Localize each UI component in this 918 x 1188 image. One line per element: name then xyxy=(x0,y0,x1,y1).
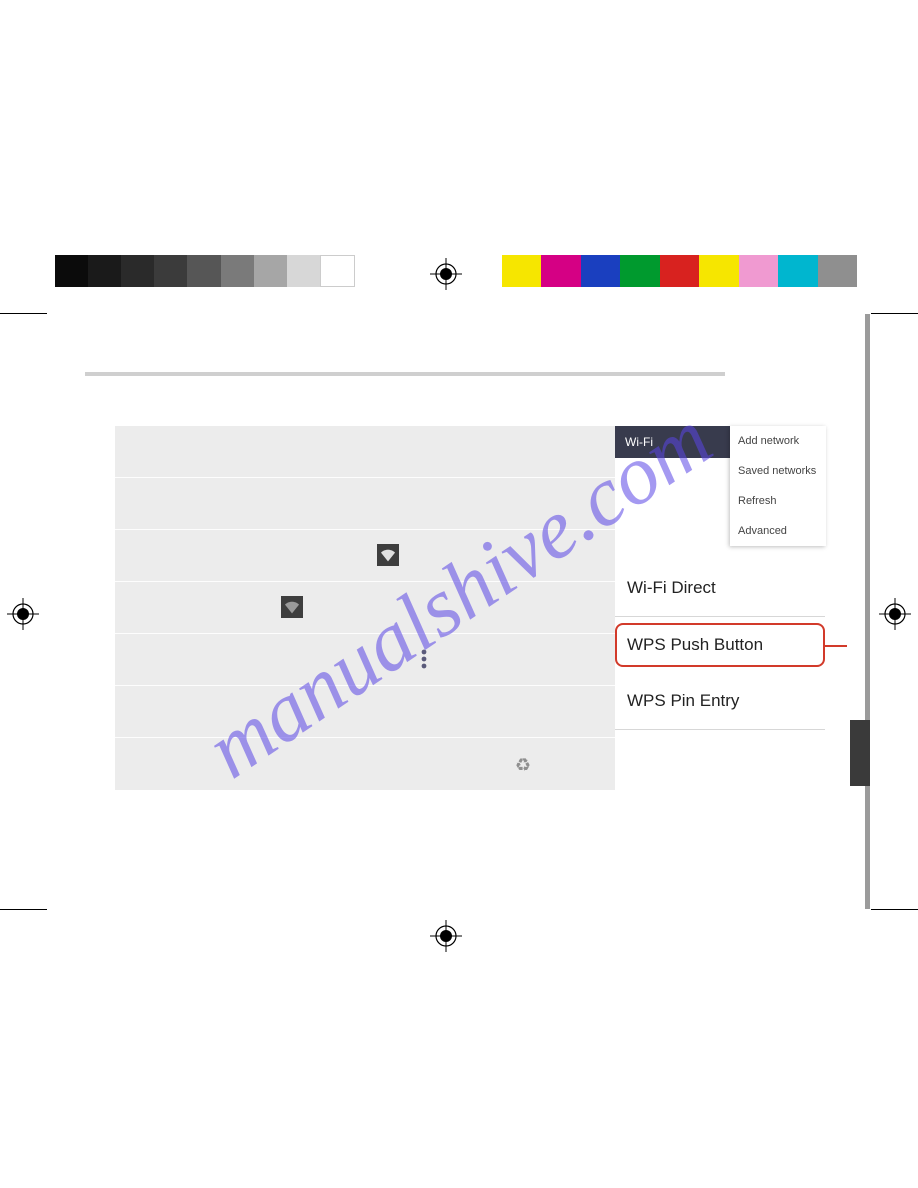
wifi-titlebar: Wi-Fi xyxy=(615,426,730,458)
menu-item-add-network[interactable]: Add network xyxy=(730,426,826,456)
list-item[interactable] xyxy=(115,478,615,530)
device-screenshot: ♻ xyxy=(115,426,615,790)
crop-mark xyxy=(0,909,47,910)
list-item[interactable] xyxy=(115,530,615,582)
list-item[interactable] xyxy=(115,686,615,738)
crop-mark xyxy=(0,313,47,314)
crop-mark xyxy=(871,313,918,314)
callout-line xyxy=(823,645,847,647)
list-item[interactable] xyxy=(115,634,615,686)
menu-item-saved-networks[interactable]: Saved networks xyxy=(730,456,826,486)
list-item-wps-pin-entry[interactable]: WPS Pin Entry xyxy=(615,673,825,730)
overflow-menu: Add network Saved networks Refresh Advan… xyxy=(730,426,826,546)
more-vert-icon[interactable] xyxy=(420,648,428,670)
page-edge-bar xyxy=(865,314,870,909)
registration-mark-icon xyxy=(7,598,39,630)
list-item[interactable] xyxy=(115,426,615,478)
list-item-label: Wi-Fi Direct xyxy=(627,578,716,597)
menu-item-refresh[interactable]: Refresh xyxy=(730,486,826,516)
list-item-label: WPS Pin Entry xyxy=(627,691,739,710)
list-item[interactable] xyxy=(115,582,615,634)
list-item[interactable]: ♻ xyxy=(115,738,615,790)
page-thumb-tab xyxy=(850,720,870,786)
wifi-icon xyxy=(281,596,303,618)
registration-mark-icon xyxy=(430,920,462,952)
crop-mark xyxy=(871,909,918,910)
advanced-list: Wi-Fi Direct WPS Push Button WPS Pin Ent… xyxy=(615,560,825,730)
registration-mark-icon xyxy=(879,598,911,630)
recycle-icon: ♻ xyxy=(515,755,531,776)
menu-item-advanced[interactable]: Advanced xyxy=(730,516,826,546)
grayscale-calibration-bar xyxy=(55,255,355,287)
wifi-title-label: Wi-Fi xyxy=(625,435,653,449)
wifi-locked-icon xyxy=(377,544,399,566)
list-item-wifi-direct[interactable]: Wi-Fi Direct xyxy=(615,560,825,617)
color-calibration-bar xyxy=(502,255,857,287)
list-item-wps-push-button[interactable]: WPS Push Button xyxy=(615,623,825,667)
list-item-label: WPS Push Button xyxy=(627,635,763,654)
section-divider xyxy=(85,372,725,376)
registration-mark-icon xyxy=(430,258,462,290)
